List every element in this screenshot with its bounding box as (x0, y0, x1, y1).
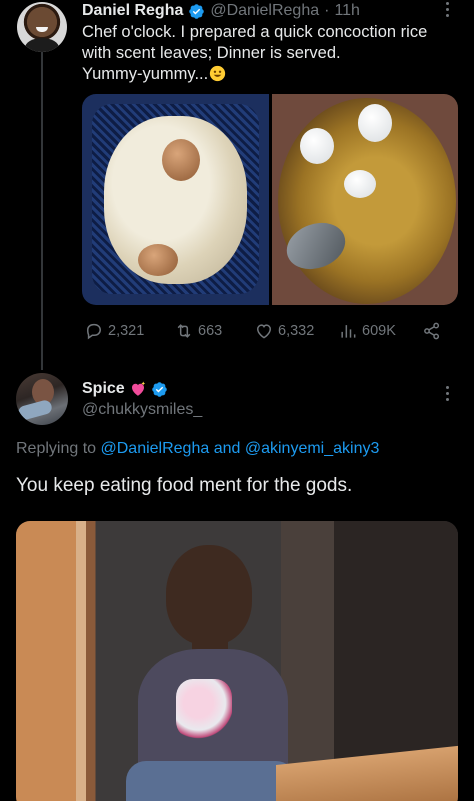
share-button[interactable] (422, 321, 442, 341)
tweet-text-line: Yummy-yummy... (82, 64, 457, 85)
repost-count: 663 (198, 323, 223, 339)
like-icon (256, 324, 272, 339)
reply-icon (86, 323, 102, 340)
repost-button[interactable]: 663 (174, 321, 222, 341)
views-button[interactable]: 609K (338, 321, 396, 341)
reply-count: 2,321 (108, 323, 145, 339)
tweet-media[interactable] (82, 94, 458, 305)
reply-header: Spice (82, 380, 168, 398)
tweet-text: Chef o'clock. I prepared a quick concoct… (82, 22, 457, 85)
repost-icon (177, 324, 191, 338)
child-jeans (126, 761, 296, 801)
replying-to: Replying to @DanielRegha and @akinyemi_a… (16, 440, 379, 458)
more-icon[interactable] (444, 386, 450, 401)
reply-media[interactable] (16, 521, 458, 801)
more-icon[interactable] (444, 2, 450, 17)
egg (162, 139, 200, 181)
views-count: 609K (362, 323, 396, 339)
avatar-arm (16, 398, 54, 422)
avatar-shirt (25, 38, 59, 52)
author-avatar[interactable] (17, 2, 67, 52)
boiled-egg (358, 104, 392, 142)
avatar-smile (36, 27, 48, 32)
thread-line (41, 52, 43, 370)
boiled-egg (300, 128, 334, 164)
verified-icon (151, 381, 167, 397)
tweet-text-line: with scent leaves; Dinner is served. (82, 44, 341, 62)
action-bar: 2,321 663 6,332 609K (82, 320, 458, 342)
share-icon (424, 322, 440, 340)
replying-to-and: and (213, 440, 241, 457)
concoction-rice-photo[interactable] (272, 94, 458, 305)
verified-icon (189, 3, 205, 19)
tweet-text-line: Chef o'clock. I prepared a quick concoct… (82, 23, 428, 41)
replying-to-user-link[interactable]: @akinyemi_akiny3 (245, 440, 380, 457)
author-handle[interactable]: @DanielRegha (210, 2, 319, 20)
replying-to-user-link[interactable]: @DanielRegha (101, 440, 210, 457)
separator-dot: · (324, 2, 330, 19)
author-name[interactable]: Daniel Regha (82, 2, 183, 20)
reply-author-avatar[interactable] (16, 373, 68, 425)
reply-button[interactable]: 2,321 (84, 321, 144, 341)
like-button[interactable]: 6,332 (254, 321, 314, 341)
reply-author-handle[interactable]: @chukkysmiles_ (82, 401, 202, 419)
door-frame (76, 521, 86, 801)
child-head (166, 545, 252, 645)
reply-author-name[interactable]: Spice (82, 380, 125, 398)
views-icon (341, 325, 356, 338)
egg (138, 244, 178, 276)
like-count: 6,332 (278, 323, 315, 339)
reply-text: You keep eating food ment for the gods. (16, 475, 353, 496)
sparkling-heart-icon (131, 381, 145, 396)
tweet-time[interactable]: 11h (334, 2, 360, 20)
rice-photo[interactable] (82, 94, 269, 305)
boiled-egg (344, 170, 376, 198)
tweet-header: Daniel Regha @DanielRegha · 11h (82, 0, 360, 22)
shirt-print (176, 679, 232, 739)
smiling-face-emoji-icon (210, 65, 226, 82)
replying-to-label: Replying to (16, 440, 97, 457)
